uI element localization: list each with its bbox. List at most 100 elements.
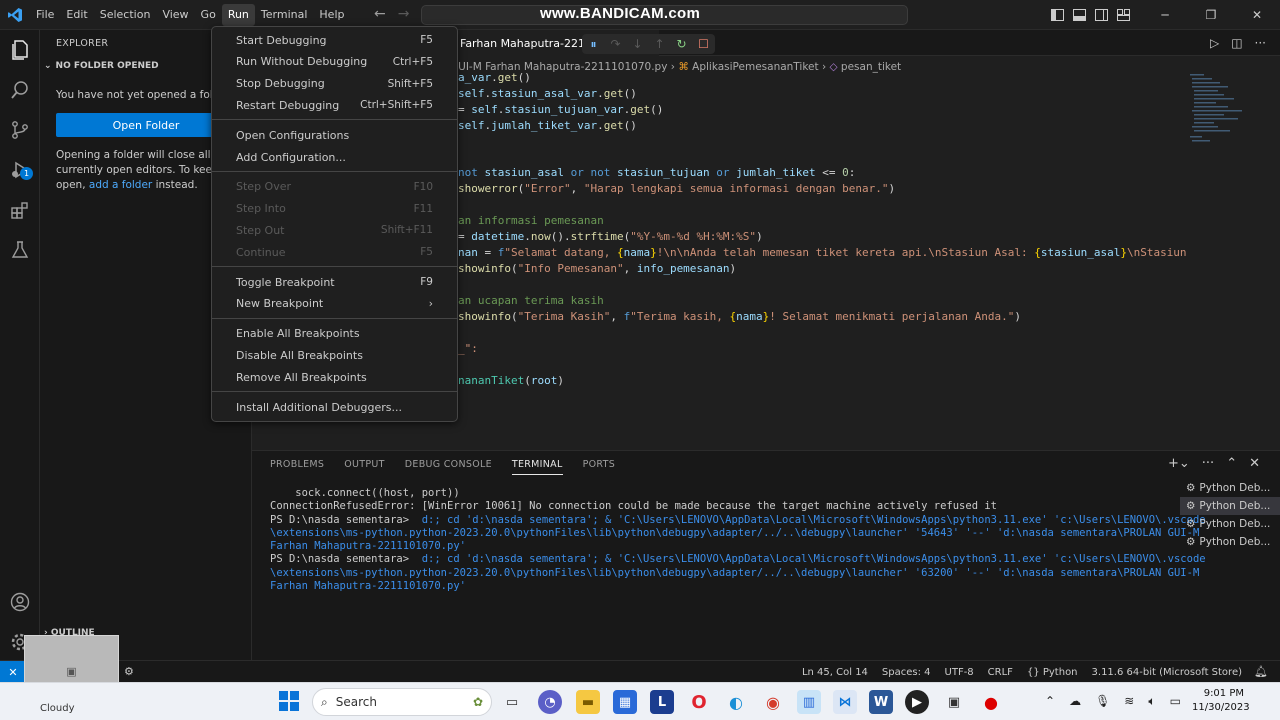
terminal-list-item[interactable]: ⚙ Python Deb... (1180, 533, 1280, 551)
encoding[interactable]: UTF-8 (945, 667, 974, 678)
word-icon[interactable]: W (869, 690, 893, 714)
step-into-icon[interactable]: ↓ (630, 37, 645, 51)
remote-indicator-icon[interactable]: ✕ (0, 661, 26, 683)
source-control-icon[interactable] (8, 118, 32, 142)
restart-icon[interactable]: ↻ (674, 37, 689, 51)
code-token: not (458, 166, 485, 179)
step-out-icon[interactable]: ↑ (652, 37, 667, 51)
extensions-icon[interactable] (8, 198, 32, 222)
testing-icon[interactable] (8, 238, 32, 262)
forward-arrow-icon[interactable]: → (398, 6, 410, 22)
toggle-secondary-sidebar-icon[interactable] (1090, 0, 1112, 30)
toggle-sidebar-icon[interactable] (1046, 0, 1068, 30)
weather-widget[interactable]: Cloudy (40, 703, 74, 714)
volume-icon[interactable]: 🔈︎ (1148, 694, 1155, 709)
menu-file[interactable]: File (30, 4, 60, 26)
bandicam-record-icon[interactable]: ● (979, 690, 1003, 714)
code-token: ( (524, 374, 531, 387)
app-icon[interactable]: ▥ (797, 690, 821, 714)
windows-start-icon[interactable] (279, 691, 299, 715)
panel-tab-problems[interactable]: PROBLEMS (270, 459, 324, 475)
run-play-icon[interactable]: ▷ (1210, 36, 1219, 50)
minimap[interactable] (1188, 70, 1268, 160)
terminal-list-item[interactable]: ⚙ Python Deb... (1180, 515, 1280, 533)
explorer-icon[interactable] (8, 38, 32, 62)
cursor-position[interactable]: Ln 45, Col 14 (802, 667, 868, 678)
restore-icon[interactable]: ❐ (1188, 0, 1234, 30)
menu-run[interactable]: Run (221, 3, 255, 26)
panel-tab-output[interactable]: OUTPUT (344, 459, 385, 475)
indentation[interactable]: Spaces: 4 (882, 667, 931, 678)
panel-tab-debug-console[interactable]: DEBUG CONSOLE (405, 459, 492, 475)
step-over-icon[interactable]: ↷ (608, 37, 623, 51)
edge-icon[interactable]: ◐ (724, 690, 748, 714)
l-app-icon[interactable]: L (650, 690, 674, 714)
menu-item-restart-debugging[interactable]: Restart Debugging Ctrl+Shift+F5 (216, 94, 453, 116)
no-folder-section-header[interactable]: ⌄ NO FOLDER OPENED (44, 61, 159, 71)
code-token: self (458, 87, 485, 100)
search-icon[interactable] (8, 78, 32, 102)
onedrive-cloud-icon[interactable]: ☁ (1069, 694, 1081, 709)
opera-icon[interactable]: O (687, 690, 711, 714)
chrome-icon[interactable]: ◉ (761, 690, 785, 714)
more-actions-icon[interactable]: ··· (1202, 456, 1214, 471)
close-window-icon[interactable]: ✕ (1234, 0, 1280, 30)
language-mode[interactable]: {} Python (1027, 667, 1078, 678)
open-folder-button[interactable]: Open Folder (56, 113, 236, 137)
microphone-icon[interactable]: 🎙︎ (1095, 694, 1110, 709)
maximize-panel-icon[interactable]: ⌃ (1226, 456, 1237, 471)
code-token: = (458, 230, 472, 243)
show-hidden-icons-chevron-icon[interactable]: ⌃ (1045, 694, 1055, 709)
more-actions-icon[interactable]: ··· (1255, 36, 1266, 50)
store-icon[interactable]: ▦ (613, 690, 637, 714)
panel-tab-terminal[interactable]: TERMINAL (511, 459, 563, 475)
add-folder-link[interactable]: add a folder (89, 179, 152, 191)
battery-icon[interactable]: ▭ (1170, 694, 1181, 709)
media-player-icon[interactable]: ▶ (905, 690, 929, 714)
menu-item-add-configuration[interactable]: Add Configuration... (216, 146, 453, 168)
menu-view[interactable]: View (156, 4, 194, 26)
menu-item-new-breakpoint[interactable]: New Breakpoint › (216, 293, 453, 315)
toggle-panel-icon[interactable] (1068, 0, 1090, 30)
menu-selection[interactable]: Selection (94, 4, 157, 26)
close-panel-icon[interactable]: ✕ (1249, 456, 1260, 471)
monitor-app-icon[interactable]: ▣ (942, 690, 966, 714)
menu-item-toggle-breakpoint[interactable]: Toggle Breakpoint F9 (216, 271, 453, 293)
pause-icon[interactable]: ⏸ (586, 37, 601, 52)
new-terminal-icon[interactable]: +⌄ (1168, 456, 1190, 471)
menu-terminal[interactable]: Terminal (255, 4, 314, 26)
terminal-list-item[interactable]: ⚙ Python Deb... (1180, 497, 1280, 515)
menu-item-run-without-debugging[interactable]: Run Without Debugging Ctrl+F5 (216, 51, 453, 73)
terminal-output[interactable]: sock.connect((host, port)) ConnectionRefu… (270, 487, 1206, 657)
file-explorer-icon[interactable]: ▬ (576, 690, 600, 714)
menu-item-stop-debugging[interactable]: Stop Debugging Shift+F5 (216, 73, 453, 95)
debug-status-icon[interactable]: ⚙ (124, 665, 134, 678)
menu-item-start-debugging[interactable]: Start Debugging F5 (216, 29, 453, 51)
vscode-taskbar-icon[interactable]: ⋈ (833, 690, 857, 714)
menu-item-enable-all-breakpoints[interactable]: Enable All Breakpoints (216, 323, 453, 345)
wifi-icon[interactable]: ≋ (1124, 694, 1134, 709)
notifications-bell-icon[interactable]: 🔔︎ (1254, 665, 1268, 678)
minimize-icon[interactable]: ─ (1142, 0, 1188, 30)
task-view-icon[interactable]: ▭ (500, 690, 524, 714)
menu-item-disable-all-breakpoints[interactable]: Disable All Breakpoints (216, 344, 453, 366)
accounts-icon[interactable] (8, 590, 32, 614)
teams-chat-icon[interactable]: ◔ (538, 690, 562, 714)
menu-help[interactable]: Help (313, 4, 350, 26)
code-token: : (848, 166, 856, 179)
menu-item-install-additional-debuggers[interactable]: Install Additional Debuggers... (216, 396, 453, 418)
menu-go[interactable]: Go (195, 4, 222, 26)
back-arrow-icon[interactable]: ← (374, 6, 386, 22)
menu-edit[interactable]: Edit (60, 4, 93, 26)
customize-layout-icon[interactable] (1112, 0, 1134, 30)
panel-tab-ports[interactable]: PORTS (583, 459, 615, 475)
line-ending[interactable]: CRLF (988, 667, 1013, 678)
split-editor-icon[interactable]: ◫ (1231, 36, 1242, 50)
taskbar-search[interactable]: ⌕ Search ✿ (312, 688, 492, 716)
menu-item-open-configurations[interactable]: Open Configurations (216, 124, 453, 146)
python-interpreter[interactable]: 3.11.6 64-bit (Microsoft Store) (1092, 667, 1242, 678)
clock[interactable]: 9:01 PM 11/30/2023 (1192, 687, 1250, 715)
menu-item-remove-all-breakpoints[interactable]: Remove All Breakpoints (216, 366, 453, 388)
terminal-list-item[interactable]: ⚙ Python Deb... (1180, 479, 1280, 497)
stop-icon[interactable]: ☐ (696, 37, 711, 51)
